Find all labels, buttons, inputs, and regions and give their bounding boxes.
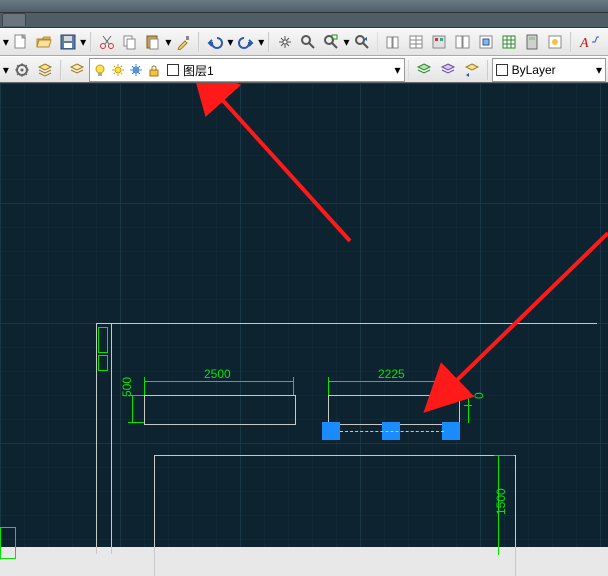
separator (487, 60, 489, 80)
open-button[interactable] (34, 31, 55, 53)
inner-room (154, 455, 516, 576)
dimension-c: 500 (120, 377, 134, 397)
layer-filter-button[interactable] (413, 59, 435, 81)
markup-button[interactable] (545, 31, 566, 53)
dimension-e: 1500 (494, 488, 508, 515)
zoom-previous-button[interactable] (351, 31, 372, 53)
calculator-button[interactable] (522, 31, 543, 53)
settings-button[interactable] (11, 59, 33, 81)
layer-combo[interactable]: 图层1 ▾ (89, 58, 405, 82)
document-tab-strip (0, 13, 608, 28)
layer-states-button[interactable] (437, 59, 459, 81)
layer-state-button[interactable] (66, 59, 88, 81)
sheetset-button[interactable] (382, 31, 403, 53)
zoom-realtime-button[interactable] (297, 31, 318, 53)
match-props-button[interactable] (173, 31, 194, 53)
table-button[interactable] (498, 31, 519, 53)
block-editor-button[interactable] (475, 31, 496, 53)
chevron-down-icon: ▾ (596, 63, 602, 77)
text-style-button[interactable]: A (576, 31, 605, 53)
separator (60, 60, 62, 80)
wall-corner (98, 355, 108, 371)
dimension-a: 2500 (204, 367, 231, 381)
layer-previous-button[interactable] (461, 59, 483, 81)
new-button[interactable] (11, 31, 32, 53)
color-label: ByLayer (512, 63, 556, 77)
separator (377, 32, 379, 52)
color-swatch (496, 64, 508, 76)
dimension-d: 0 (472, 392, 486, 399)
undo-button[interactable] (204, 31, 225, 53)
save-button[interactable] (57, 31, 78, 53)
selection-grip[interactable] (442, 422, 460, 440)
layer-color-swatch (167, 64, 179, 76)
redo-button[interactable] (235, 31, 256, 53)
separator (570, 32, 572, 52)
pan-button[interactable] (274, 31, 295, 53)
counter-left (144, 395, 296, 425)
corner-box (0, 527, 16, 559)
chevron-down-icon: ▾ (394, 63, 400, 77)
copy-button[interactable] (119, 31, 140, 53)
model-geometry: 2500 2225 500 0 1500 (0, 83, 608, 547)
design-center-button[interactable] (452, 31, 473, 53)
toolbar-standard: ▾ ▾ ▾ ▾ ▾ ▾ A (0, 28, 608, 56)
save-dropdown[interactable]: ▾ (79, 32, 87, 52)
cut-button[interactable] (96, 31, 117, 53)
toolbar-handle[interactable]: ▾ (2, 32, 10, 52)
drawing-canvas[interactable]: 2500 2225 500 0 1500 (0, 82, 608, 547)
paste-button[interactable] (142, 31, 163, 53)
freeze-icon (129, 63, 143, 77)
document-tab[interactable] (2, 13, 26, 26)
redo-dropdown[interactable]: ▾ (257, 32, 265, 52)
properties-button[interactable] (406, 31, 427, 53)
separator (408, 60, 410, 80)
layer-manager-button[interactable] (35, 59, 57, 81)
dimension-b: 2225 (378, 367, 405, 381)
sun-icon (111, 63, 125, 77)
toolbar-layers: ▾ 图层1 ▾ ByLayer ▾ (0, 56, 608, 84)
wall-corner (98, 327, 108, 353)
separator (268, 32, 270, 52)
undo-dropdown[interactable]: ▾ (227, 32, 235, 52)
zoom-dropdown[interactable]: ▾ (343, 32, 351, 52)
counter-right (328, 395, 460, 425)
lightbulb-icon (93, 63, 107, 77)
color-combo[interactable]: ByLayer ▾ (492, 58, 606, 82)
layer-name-label: 图层1 (183, 62, 214, 79)
window-titlebar (0, 0, 608, 13)
toolbar-handle[interactable]: ▾ (2, 60, 10, 80)
separator (198, 32, 200, 52)
svg-text:A: A (579, 36, 589, 50)
selection-dashed-line (340, 431, 444, 432)
toolpalettes-button[interactable] (429, 31, 450, 53)
paste-dropdown[interactable]: ▾ (165, 32, 173, 52)
zoom-window-button[interactable] (320, 31, 341, 53)
lock-icon (147, 63, 161, 77)
selection-grip[interactable] (322, 422, 340, 440)
separator (90, 32, 92, 52)
